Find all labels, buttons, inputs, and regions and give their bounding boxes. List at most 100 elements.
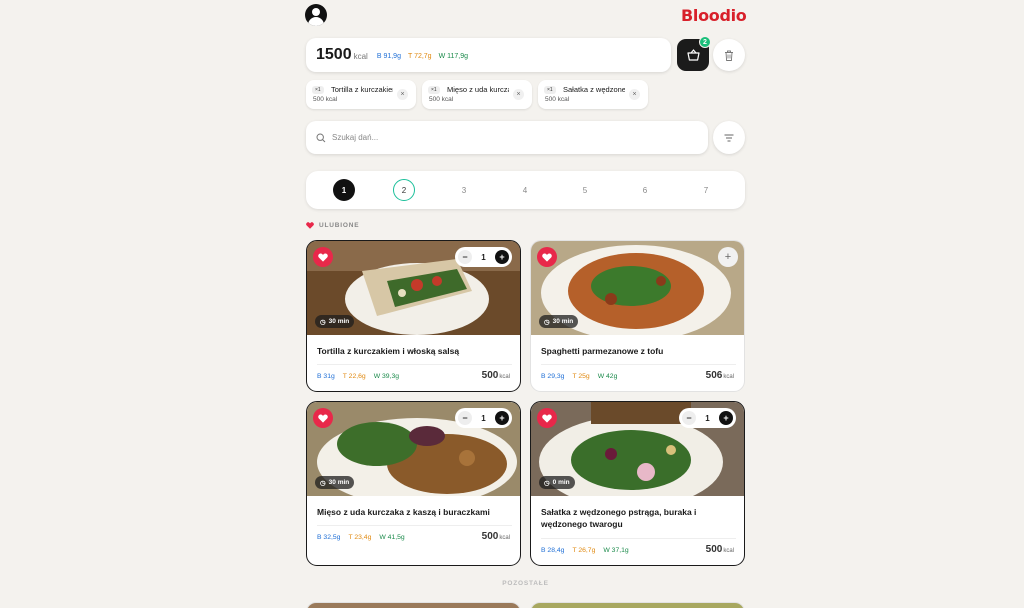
quantity-stepper: − 1 + (679, 408, 736, 428)
meal-title: Mięso z uda kurczaka z kaszą i buraczkam… (317, 507, 490, 517)
quantity-stepper: − 1 + (455, 247, 512, 267)
others-header: POZOSTAŁE (502, 580, 549, 587)
search-input[interactable] (332, 133, 672, 142)
favorites-header: ULUBIONE (306, 222, 359, 229)
chip-quantity: ×1 (428, 86, 440, 94)
favorite-heart-icon[interactable] (313, 408, 333, 428)
page-2[interactable]: 2 (393, 179, 415, 201)
meal-kcal: 500kcal (706, 544, 734, 555)
protein: B 31g (317, 373, 335, 380)
quantity-value: 1 (481, 252, 486, 262)
page-7[interactable]: 7 (695, 179, 717, 201)
protein: B 29,3g (541, 373, 565, 380)
carbs: W 42g (597, 373, 618, 380)
card-divider (317, 525, 512, 526)
carbs-total: W 117,9g (438, 53, 469, 60)
remove-chip-close-icon[interactable]: × (397, 89, 408, 100)
kcal-total: 1500 (316, 46, 352, 63)
increase-button[interactable]: + (718, 411, 733, 425)
meal-card[interactable]: − 1 + ◷ 0 min Sałatka z wędzonego pstrąga… (530, 401, 745, 566)
meal-macros: B 29,3g T 25g W 42g (541, 373, 625, 380)
brand-logo[interactable]: Bloodio (681, 6, 747, 25)
chip-quantity: ×1 (544, 86, 556, 94)
clock-icon: ◷ (544, 479, 550, 487)
clock-icon: ◷ (320, 479, 326, 487)
meal-card[interactable]: − 1 + ◷ 30 min Mięso z uda kurczaka z kas… (306, 401, 521, 566)
meal-kcal: 500kcal (482, 531, 510, 542)
meal-macros: B 28,4g T 26,7g W 37,1g (541, 547, 637, 554)
kcal-unit: kcal (499, 374, 510, 380)
meal-card[interactable] (306, 602, 521, 608)
selected-meal-chip[interactable]: ×1 Sałatka z wędzonego pstrąga, buraka i… (538, 80, 648, 109)
kcal-unit: kcal (353, 52, 368, 61)
chip-kcal: 500 kcal (429, 96, 454, 103)
page-1[interactable]: 1 (333, 179, 355, 201)
carbs: W 41,5g (379, 534, 405, 541)
page-6[interactable]: 6 (634, 179, 656, 201)
meal-title: Tortilla z kurczakiem i włoską salsą (317, 346, 460, 356)
heart-icon (306, 222, 314, 229)
kcal-unit: kcal (723, 548, 734, 554)
protein: B 28,4g (541, 547, 565, 554)
kcal-value: 500 (481, 370, 499, 381)
chip-quantity: ×1 (312, 86, 324, 94)
favorites-label: ULUBIONE (319, 222, 360, 229)
fat: T 26,7g (572, 547, 596, 554)
prep-time: 30 min (328, 318, 350, 325)
chip-meal-name: Sałatka z wędzonego pstrąga, buraka i wę… (563, 85, 625, 94)
prep-time-badge: ◷ 0 min (539, 476, 575, 489)
daily-summary: 1500 kcal B 91,9g T 72,7g W 117,9g (306, 38, 671, 72)
prep-time: 30 min (552, 318, 574, 325)
meal-photo (307, 603, 520, 608)
increase-button[interactable]: + (494, 250, 509, 264)
favorite-heart-icon[interactable] (537, 408, 557, 428)
meal-photo (531, 603, 744, 608)
meal-kcal: 506kcal (706, 370, 734, 381)
prep-time-badge: ◷ 30 min (539, 315, 579, 328)
kcal-value: 500 (705, 544, 723, 555)
page-3[interactable]: 3 (453, 179, 475, 201)
kcal-unit: kcal (723, 374, 734, 380)
clear-button[interactable] (713, 39, 745, 71)
increase-button[interactable]: + (494, 411, 509, 425)
decrease-button[interactable]: − (458, 250, 472, 264)
chip-meal-name: Tortilla z kurczakiem i włoską salsą (331, 85, 393, 94)
search-icon (316, 132, 326, 142)
card-divider (317, 364, 512, 365)
page-4[interactable]: 4 (514, 179, 536, 201)
prep-time-badge: ◷ 30 min (315, 476, 355, 489)
fat: T 22,6g (342, 373, 366, 380)
decrease-button[interactable]: − (682, 411, 696, 425)
prep-time: 0 min (552, 479, 570, 486)
meal-card[interactable] (530, 602, 745, 608)
clock-icon: ◷ (544, 318, 550, 326)
add-to-cart-plus-icon[interactable]: + (718, 247, 738, 267)
meal-card[interactable]: + ◷ 30 min Spaghetti parmezanowe z tofu B… (530, 240, 745, 392)
remove-chip-close-icon[interactable]: × (513, 89, 524, 100)
meal-title: Spaghetti parmezanowe z tofu (541, 346, 664, 356)
card-divider (541, 538, 736, 539)
quantity-value: 1 (705, 413, 710, 423)
meal-macros: B 32,5g T 23,4g W 41,5g (317, 534, 413, 541)
meal-kcal: 500kcal (482, 370, 510, 381)
meal-card[interactable]: − 1 + ◷ 30 min Tortilla z kurczakiem i wł… (306, 240, 521, 392)
filter-icon (724, 134, 734, 141)
search-bar (306, 121, 708, 154)
meal-macros: B 31g T 22,6g W 39,3g (317, 373, 407, 380)
page-5[interactable]: 5 (574, 179, 596, 201)
selected-meal-chip[interactable]: ×1 Mięso z uda kurczaka z kaszą i buracz… (422, 80, 532, 109)
filter-button[interactable] (713, 121, 745, 154)
favorite-heart-icon[interactable] (313, 247, 333, 267)
decrease-button[interactable]: − (458, 411, 472, 425)
protein: B 32,5g (317, 534, 341, 541)
chip-kcal: 500 kcal (545, 96, 570, 103)
meal-title: Sałatka z wędzonego pstrąga, buraka i wę… (541, 507, 697, 529)
kcal-value: 506 (705, 370, 723, 381)
favorite-heart-icon[interactable] (537, 247, 557, 267)
selected-meal-chip[interactable]: ×1 Tortilla z kurczakiem i włoską salsą … (306, 80, 416, 109)
prep-time-badge: ◷ 30 min (315, 315, 355, 328)
quantity-stepper: − 1 + (455, 408, 512, 428)
trash-icon (725, 50, 733, 61)
remove-chip-close-icon[interactable]: × (629, 89, 640, 100)
user-avatar-icon[interactable] (305, 4, 327, 26)
